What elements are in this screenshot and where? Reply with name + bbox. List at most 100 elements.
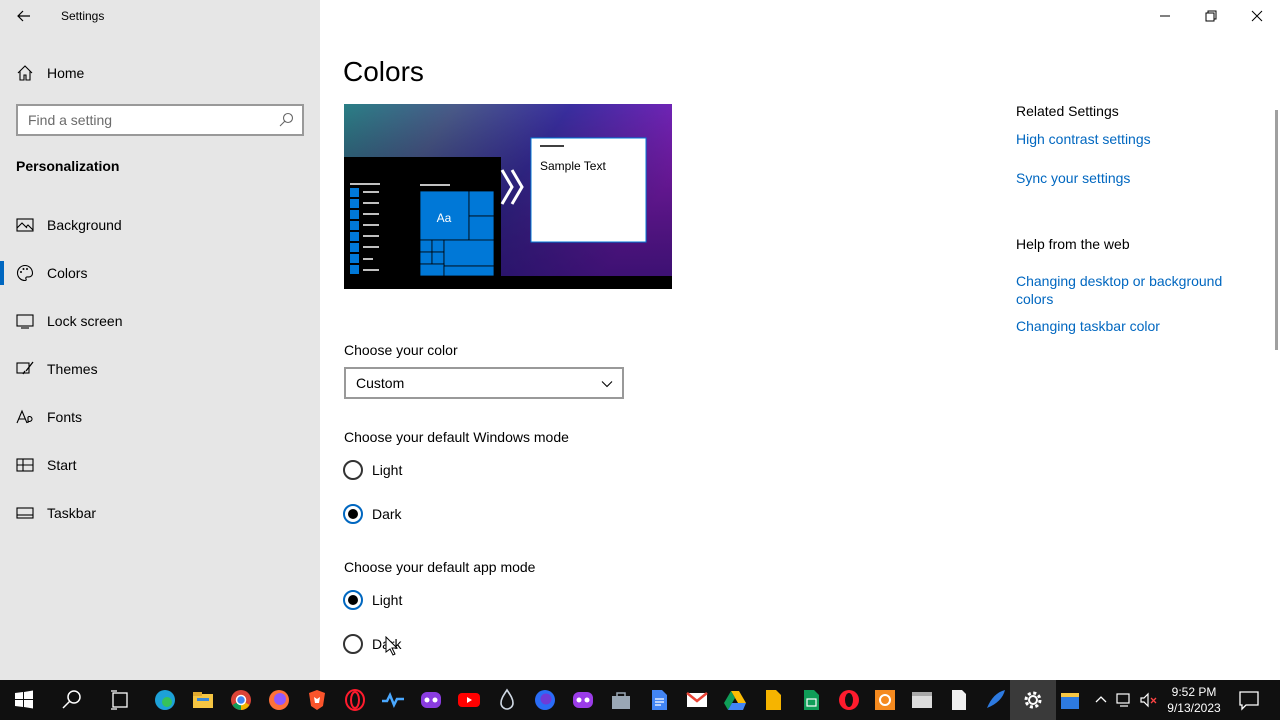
sidebar-item-label: Start [47,457,77,473]
opera-gx-icon[interactable] [343,688,367,712]
mouse-cursor-icon [385,636,399,656]
windows-mode-dark-radio[interactable]: Dark [343,502,402,526]
youtube-icon[interactable] [457,688,481,712]
mask-app-2-icon[interactable] [571,688,595,712]
gmail-icon[interactable] [685,688,709,712]
close-button[interactable] [1234,0,1280,32]
chevron-up-icon[interactable] [1091,688,1111,712]
high-contrast-link[interactable]: High contrast settings [1016,130,1246,148]
droplet-icon[interactable] [495,688,519,712]
paint-app-icon[interactable] [984,688,1008,712]
sidebar-item-label: Home [47,65,85,81]
lock-screen-icon [16,314,34,329]
dropdown-value: Custom [356,375,405,391]
palette-icon [17,264,34,282]
radio-label: Dark [372,506,402,522]
search-input[interactable] [18,112,268,128]
search-icon [279,112,294,127]
minimize-button[interactable] [1142,0,1188,32]
sidebar-item-fonts[interactable]: Fonts [0,397,320,437]
sidebar-item-colors[interactable]: Colors [0,253,320,293]
task-view-icon[interactable] [108,688,132,712]
sidebar-item-label: Taskbar [47,505,97,521]
sidebar-item-start[interactable]: Start [0,445,320,485]
pulse-app-icon[interactable] [381,688,405,712]
radio-circle [343,590,363,610]
sidebar-item-home[interactable]: Home [0,58,320,88]
opera-icon[interactable] [837,688,861,712]
chrome-icon[interactable] [229,688,253,712]
start-grid-icon [16,458,34,472]
app-mode-label: Choose your default app mode [344,559,536,575]
color-preview: Aa Sample Text [344,104,672,289]
edge-icon[interactable] [153,688,177,712]
sidebar-item-label: Themes [47,361,98,377]
file-explorer-icon[interactable] [191,688,215,712]
windows-mode-light-radio[interactable]: Light [343,458,402,482]
image-icon [16,218,34,232]
radio-circle [343,504,363,524]
brush-icon [16,361,34,375]
chevron-down-icon [601,381,613,388]
related-settings-heading: Related Settings [1016,103,1119,119]
store-bag-icon[interactable] [609,688,633,712]
calendar-app-icon[interactable] [1058,688,1082,712]
google-sheets-icon[interactable] [799,688,823,712]
font-icon [16,409,33,424]
sidebar: Settings Home Personalization Background… [0,0,320,680]
restore-button[interactable] [1188,0,1234,32]
close-icon [1251,10,1263,22]
taskbar-icon [16,507,34,519]
network-icon[interactable] [1115,688,1135,712]
search-icon[interactable] [60,688,84,712]
sidebar-item-label: Colors [47,265,88,281]
radio-label: Light [372,462,403,478]
app-mode-light-radio[interactable]: Light [343,588,402,612]
sidebar-item-taskbar[interactable]: Taskbar [0,493,320,533]
preview-tile-text: Aa [437,211,452,225]
color-mode-dropdown[interactable]: Custom [344,367,624,399]
firefox-dev-icon[interactable] [533,688,557,712]
back-button[interactable] [8,4,40,28]
help-taskbar-color-link[interactable]: Changing taskbar color [1016,317,1246,335]
clock-date: 9/13/2023 [1167,701,1221,715]
app-title: Settings [61,9,105,23]
sidebar-item-background[interactable]: Background [0,205,320,245]
preview-sample-text: Sample Text [540,159,606,173]
sidebar-item-themes[interactable]: Themes [0,349,320,389]
sidebar-item-label: Lock screen [47,313,123,329]
google-drive-icon[interactable] [723,688,747,712]
radio-circle [343,460,363,480]
taskbar [0,680,1280,720]
mask-app-icon[interactable] [419,688,443,712]
preview-image: Aa Sample Text [344,104,672,289]
sidebar-item-label: Fonts [47,409,83,425]
radio-circle [343,634,363,654]
radio-label: Light [372,592,403,608]
notepad-icon[interactable] [947,688,971,712]
notification-icon[interactable] [1237,688,1261,712]
brave-icon[interactable] [305,688,329,712]
volume-muted-icon[interactable] [1139,688,1159,712]
page-title: Colors [343,56,424,87]
orange-app-icon[interactable] [873,688,897,712]
google-docs-icon[interactable] [647,688,671,712]
minimize-icon [1160,15,1170,17]
window-app-icon[interactable] [910,688,934,712]
help-desktop-colors-link[interactable]: Changing desktop or background colors [1016,272,1246,308]
restore-icon [1205,10,1217,22]
sidebar-item-lock-screen[interactable]: Lock screen [0,301,320,341]
gear-icon[interactable] [1021,688,1045,712]
google-keep-icon[interactable] [761,688,785,712]
clock-time: 9:52 PM [1171,685,1217,699]
firefox-icon[interactable] [267,688,291,712]
section-title: Personalization [16,158,120,174]
sidebar-item-label: Background [47,217,122,233]
choose-color-label: Choose your color [344,342,458,358]
search-box[interactable] [16,104,304,136]
windows-start-icon[interactable] [12,688,36,712]
taskbar-clock[interactable]: 9:52 PM 9/13/2023 [1160,684,1228,716]
sync-settings-link[interactable]: Sync your settings [1016,169,1246,187]
back-arrow-icon [17,10,30,22]
scrollbar[interactable] [1275,110,1278,350]
